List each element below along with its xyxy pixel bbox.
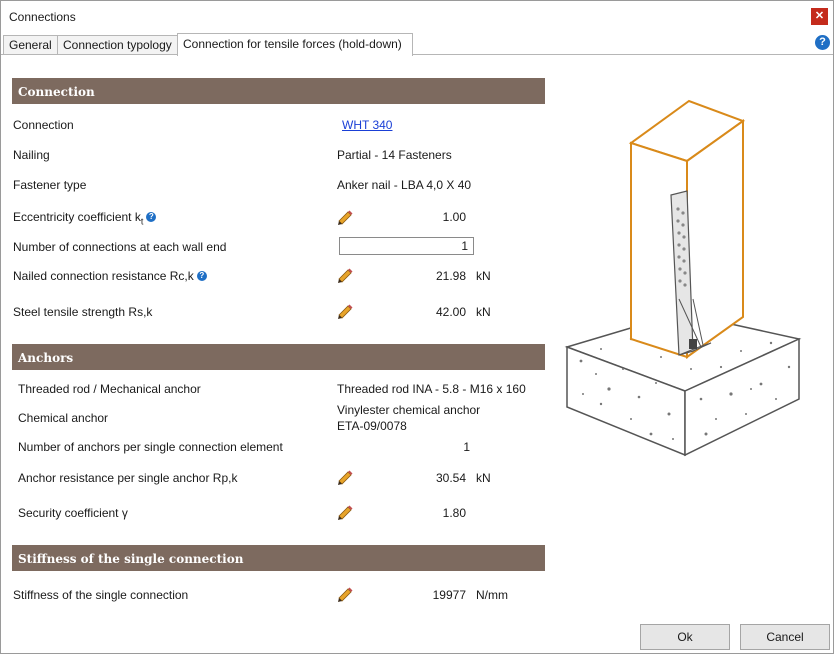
window-title: Connections (9, 10, 76, 24)
chemical-anchor-label: Chemical anchor (18, 411, 109, 425)
question-icon[interactable]: ? (196, 271, 207, 281)
stiffness-unit: N/mm (476, 588, 508, 602)
nailing-value: Partial - 14 Fasteners (337, 148, 452, 162)
connections-each-end-label: Number of connections at each wall end (13, 240, 227, 254)
section-header-anchors: Anchors (12, 344, 545, 370)
anchor-resistance-value: 30.54 (435, 471, 466, 485)
section-header-connection: Connection (12, 78, 545, 104)
nailed-resistance-label: Nailed connection resistance Rc,k (13, 269, 194, 283)
help-icon[interactable]: ? (815, 35, 830, 50)
security-coefficient-label: Security coefficient γ (18, 506, 128, 520)
eccentricity-label-group: Eccentricity coefficient kt? (13, 210, 157, 227)
tab-tensile-hold-down-label: Connection for tensile forces (hold-down… (183, 37, 402, 51)
connection-link[interactable]: WHT 340 (342, 118, 392, 132)
question-icon[interactable]: ? (146, 212, 157, 222)
tab-general[interactable]: General (3, 35, 58, 55)
pencil-icon[interactable] (336, 503, 354, 521)
pencil-icon[interactable] (336, 208, 354, 226)
title-bar: Connections ✕ (1, 1, 833, 32)
steel-tensile-unit: kN (476, 305, 491, 319)
threaded-rod-label: Threaded rod / Mechanical anchor (18, 382, 201, 396)
tab-divider (1, 54, 833, 55)
pencil-icon[interactable] (336, 266, 354, 284)
pencil-icon[interactable] (336, 585, 354, 603)
stiffness-value: 19977 (432, 588, 466, 602)
pencil-icon[interactable] (336, 302, 354, 320)
nailed-resistance-unit: kN (476, 269, 491, 283)
eccentricity-value: 1.00 (442, 210, 466, 224)
hold-down-illustration (564, 99, 802, 457)
chemical-anchor-value-line2: ETA-09/0078 (337, 419, 407, 433)
eccentricity-label: Eccentricity coefficient k (13, 210, 141, 224)
anchor-resistance-unit: kN (476, 471, 491, 485)
anchors-per-element-label: Number of anchors per single connection … (18, 440, 283, 454)
nailing-label: Nailing (13, 148, 50, 162)
anchors-per-element-value: 1 (463, 440, 470, 454)
section-header-stiffness: Stiffness of the single connection (12, 545, 545, 571)
fastener-type-value: Anker nail - LBA 4,0 X 40 (337, 178, 472, 192)
anchor-resistance-label: Anchor resistance per single anchor Rp,k (18, 471, 238, 485)
security-coefficient-value: 1.80 (442, 506, 466, 520)
connections-each-end-input[interactable]: 1 (339, 237, 474, 255)
pencil-icon[interactable] (336, 468, 354, 486)
close-icon[interactable]: ✕ (811, 8, 828, 25)
steel-tensile-label: Steel tensile strength Rs,k (13, 305, 153, 319)
tab-connection-typology-label: Connection typology (63, 38, 172, 52)
ok-button[interactable]: Ok (640, 624, 730, 650)
stiffness-label: Stiffness of the single connection (13, 588, 189, 602)
steel-tensile-value: 42.00 (435, 305, 466, 319)
nailed-resistance-label-group: Nailed connection resistance Rc,k? (13, 269, 207, 283)
fastener-type-label: Fastener type (13, 178, 87, 192)
tab-general-label: General (9, 38, 52, 52)
connection-label: Connection (13, 118, 74, 132)
nailed-resistance-value: 21.98 (435, 269, 466, 283)
cancel-button[interactable]: Cancel (740, 624, 830, 650)
eccentricity-subscript: t (140, 216, 144, 227)
tab-tensile-hold-down[interactable]: Connection for tensile forces (hold-down… (177, 33, 413, 56)
connections-window: Connections ✕ General Connection typolog… (0, 0, 834, 654)
threaded-rod-value: Threaded rod INA - 5.8 - M16 x 160 (337, 382, 526, 396)
tab-connection-typology[interactable]: Connection typology (57, 35, 178, 55)
chemical-anchor-value-line1: Vinylester chemical anchor (337, 403, 481, 417)
